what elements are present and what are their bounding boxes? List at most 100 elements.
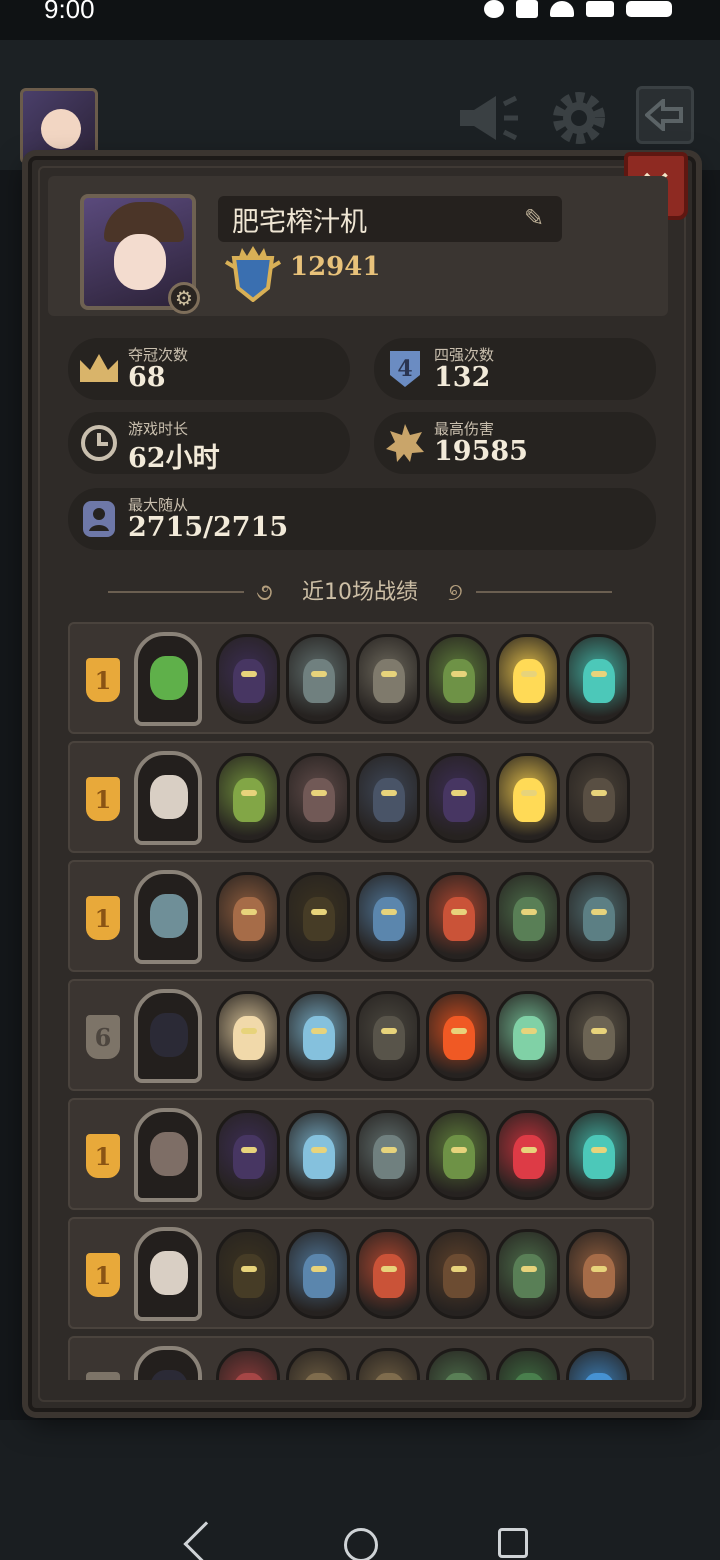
stat-value: 2715/2715	[128, 512, 289, 543]
minion-card[interactable]	[566, 1229, 630, 1319]
minion-figure-icon	[303, 1254, 335, 1298]
minion-figure-icon	[373, 897, 405, 941]
minion-card[interactable]	[216, 1110, 280, 1200]
minion-card[interactable]	[426, 991, 490, 1081]
minion-card[interactable]	[566, 634, 630, 724]
minion-figure-icon	[233, 897, 265, 941]
minion-card[interactable]	[286, 1229, 350, 1319]
minion-eyes-icon	[381, 790, 397, 796]
minion-card[interactable]	[286, 872, 350, 962]
portrait-settings-gear-icon[interactable]: ⚙	[168, 282, 200, 314]
minion-figure-icon	[373, 1373, 405, 1380]
minion-figure-icon	[443, 897, 475, 941]
minion-figure-icon	[303, 778, 335, 822]
hero-portrait[interactable]	[134, 989, 202, 1083]
minion-eyes-icon	[451, 909, 467, 915]
hero-portrait[interactable]	[134, 1227, 202, 1321]
minion-card[interactable]	[496, 991, 560, 1081]
minion-card[interactable]	[496, 1229, 560, 1319]
minion-card[interactable]	[286, 753, 350, 843]
nav-back-icon[interactable]	[183, 1521, 229, 1560]
minion-card[interactable]	[496, 1110, 560, 1200]
minion-eyes-icon	[451, 671, 467, 677]
match-history-list[interactable]: 111611	[0, 620, 720, 1380]
hero-portrait[interactable]	[134, 632, 202, 726]
stat-top4: 4 四强次数 132	[374, 338, 656, 400]
hero-figure-icon	[150, 894, 188, 938]
status-time: 9:00	[44, 0, 95, 24]
minion-card[interactable]	[426, 753, 490, 843]
match-row[interactable]: 1	[68, 860, 654, 972]
hero-portrait[interactable]	[134, 870, 202, 964]
nav-recent-apps-icon[interactable]	[498, 1528, 528, 1558]
minion-card[interactable]	[566, 1110, 630, 1200]
edit-pencil-icon[interactable]: ✎	[524, 204, 544, 232]
minion-card[interactable]	[566, 872, 630, 962]
announcement-icon[interactable]	[454, 88, 524, 148]
vibrate-icon	[516, 0, 538, 18]
status-icons	[484, 0, 672, 18]
hero-portrait[interactable]	[134, 1346, 202, 1380]
match-row[interactable]: 1	[68, 1217, 654, 1329]
minion-card[interactable]	[426, 1229, 490, 1319]
avatar-face-icon	[41, 109, 81, 149]
minion-card[interactable]	[216, 991, 280, 1081]
player-avatar-button[interactable]	[20, 88, 98, 164]
minion-card[interactable]	[356, 872, 420, 962]
minion-card[interactable]	[426, 634, 490, 724]
minion-card[interactable]	[566, 991, 630, 1081]
minion-card[interactable]	[356, 1110, 420, 1200]
minion-eyes-icon	[381, 1028, 397, 1034]
match-row[interactable]	[68, 1336, 654, 1380]
clock-icon	[78, 422, 120, 464]
placement-badge: 6	[86, 1015, 120, 1059]
minion-card[interactable]	[496, 872, 560, 962]
minion-card[interactable]	[426, 1110, 490, 1200]
hero-portrait[interactable]	[134, 751, 202, 845]
minion-eyes-icon	[381, 1266, 397, 1272]
match-row[interactable]: 6	[68, 979, 654, 1091]
exit-button[interactable]	[636, 86, 694, 144]
minion-card[interactable]	[216, 872, 280, 962]
minion-card[interactable]	[356, 634, 420, 724]
minion-card[interactable]	[356, 991, 420, 1081]
minion-eyes-icon	[451, 790, 467, 796]
portrait-face	[114, 234, 166, 290]
minion-card[interactable]	[426, 872, 490, 962]
minion-eyes-icon	[241, 671, 257, 677]
minion-card[interactable]	[286, 1348, 350, 1380]
minion-card[interactable]	[216, 634, 280, 724]
minion-figure-icon	[443, 1135, 475, 1179]
minion-card[interactable]	[356, 1229, 420, 1319]
minion-card[interactable]	[286, 634, 350, 724]
minion-card[interactable]	[286, 1110, 350, 1200]
minion-card[interactable]	[566, 1348, 630, 1380]
minion-card[interactable]	[356, 753, 420, 843]
placement-badge: 1	[86, 658, 120, 702]
minion-card[interactable]	[496, 753, 560, 843]
minion-card[interactable]	[216, 753, 280, 843]
nav-home-icon[interactable]	[344, 1528, 378, 1560]
minion-eyes-icon	[381, 909, 397, 915]
minion-card[interactable]	[356, 1348, 420, 1380]
minion-eyes-icon	[521, 1266, 537, 1272]
minion-card[interactable]	[426, 1348, 490, 1380]
settings-gear-icon[interactable]	[544, 88, 614, 148]
stat-champions: 夺冠次数 68	[68, 338, 350, 400]
stat-max-followers: 最大随从 2715/2715	[68, 488, 656, 550]
match-row[interactable]: 1	[68, 741, 654, 853]
minion-card[interactable]	[496, 1348, 560, 1380]
rank-emblem-icon	[224, 246, 282, 302]
match-row[interactable]: 1	[68, 1098, 654, 1210]
match-row[interactable]: 1	[68, 622, 654, 734]
hero-figure-icon	[150, 656, 188, 700]
minion-card[interactable]	[286, 991, 350, 1081]
minion-card[interactable]	[216, 1348, 280, 1380]
minion-card[interactable]	[496, 634, 560, 724]
minion-card[interactable]	[216, 1229, 280, 1319]
minion-card[interactable]	[566, 753, 630, 843]
minion-figure-icon	[443, 659, 475, 703]
minion-figure-icon	[513, 1135, 545, 1179]
hero-portrait[interactable]	[134, 1108, 202, 1202]
recent-matches-title: 近10场战绩	[302, 580, 418, 605]
